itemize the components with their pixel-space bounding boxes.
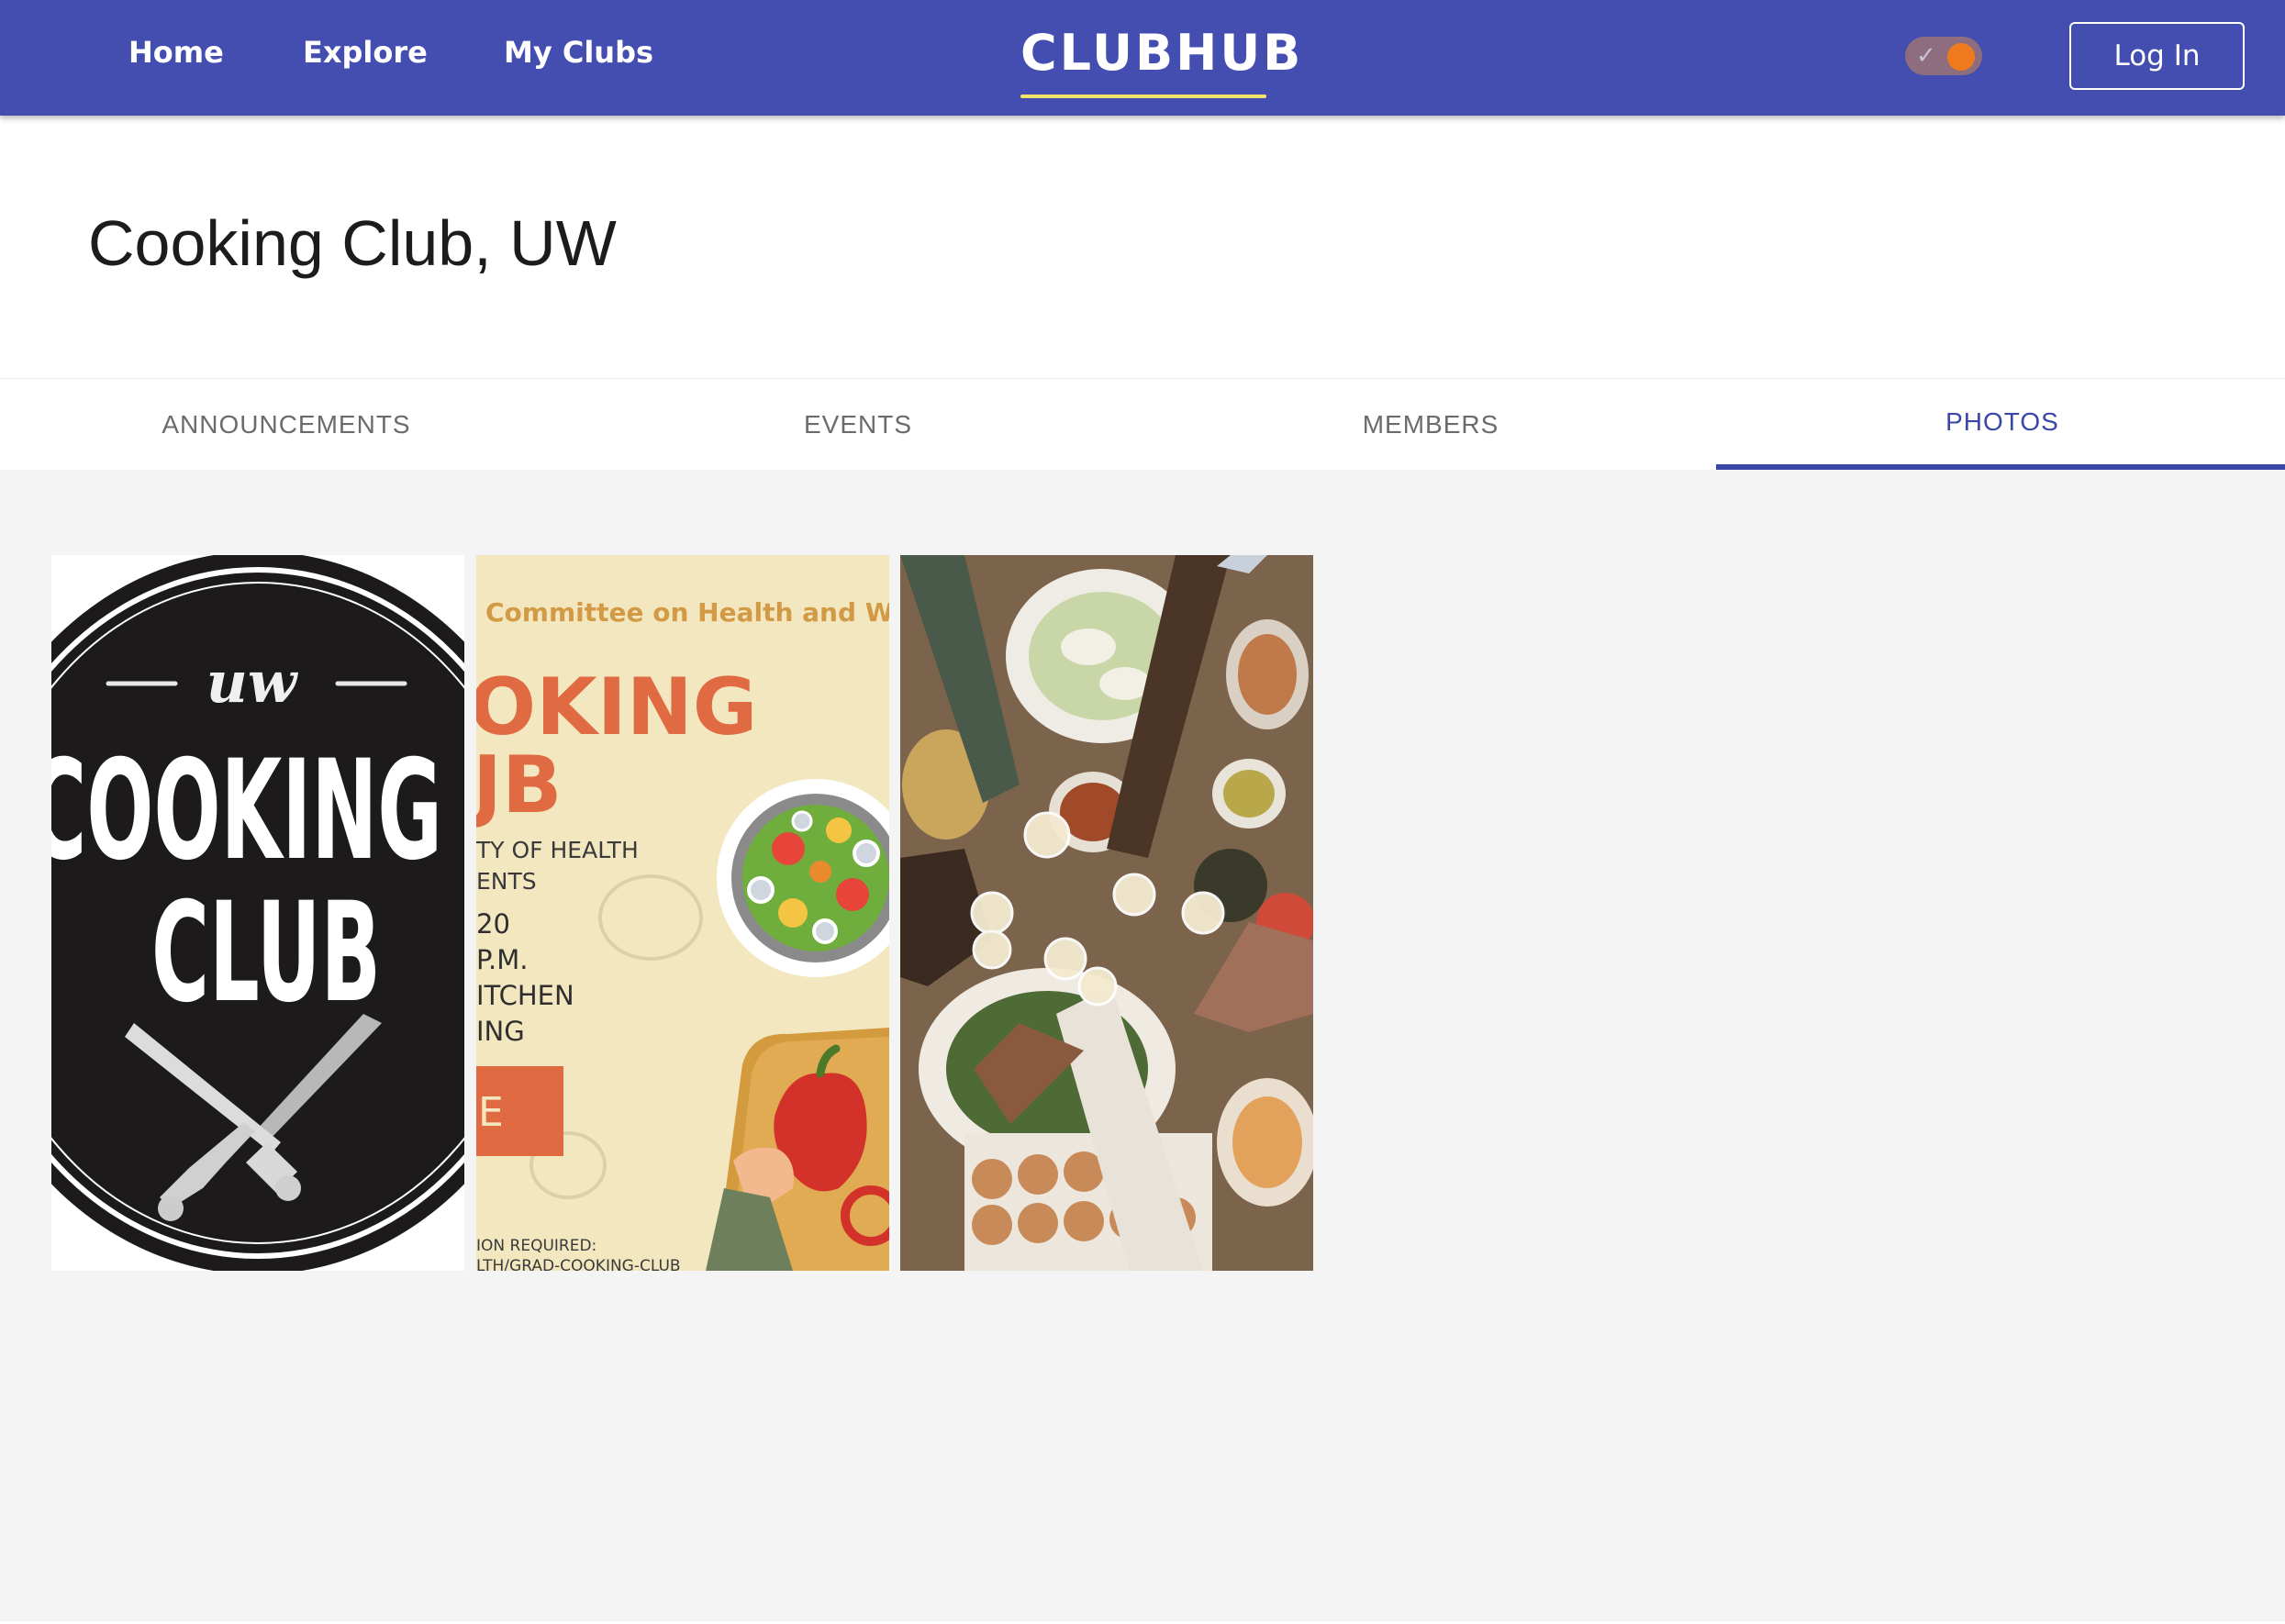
tab-announcements[interactable]: ANNOUNCEMENTS	[0, 379, 573, 471]
page-title: Cooking Club, UW	[88, 207, 617, 279]
flyer-detail-3: 20	[476, 908, 510, 940]
flyer-register-text: E	[478, 1089, 504, 1136]
flyer-footer-2: LTH/GRAD-COOKING-CLUB	[476, 1257, 681, 1271]
nav-my-clubs-link[interactable]: My Clubs	[504, 0, 653, 105]
flyer-detail-5: ITCHEN	[476, 980, 574, 1011]
login-button[interactable]: Log In	[2069, 22, 2245, 90]
check-icon: ✓	[1916, 42, 1936, 70]
flyer-detail-4: P.M.	[476, 944, 528, 975]
top-navigation-bar: Home Explore My Clubs CLUBHUB ✓ Log In	[0, 0, 2285, 116]
flyer-detail-1: TY OF HEALTH	[476, 837, 639, 863]
tab-photos[interactable]: PHOTOS	[1716, 379, 2285, 471]
logo-cooking-text: COOKING	[51, 730, 442, 891]
photo-event-flyer[interactable]: Committee on Health and Well- OKING JB T…	[476, 555, 889, 1271]
photo-dinner-toast[interactable]	[900, 555, 1313, 1271]
toggle-knob	[1947, 43, 1975, 71]
brand-underline	[1020, 95, 1266, 98]
tab-events[interactable]: EVENTS	[572, 379, 1144, 471]
tab-bar: ANNOUNCEMENTS EVENTS MEMBERS PHOTOS	[0, 378, 2285, 470]
brand-logo[interactable]: CLUBHUB	[1020, 26, 1300, 81]
flyer-footer-1: ION REQUIRED:	[476, 1237, 596, 1255]
photo-club-logo[interactable]: uw COOKING CLUB	[51, 555, 464, 1271]
tab-members[interactable]: MEMBERS	[1144, 379, 1717, 471]
theme-toggle[interactable]: ✓	[1905, 37, 1982, 75]
flyer-headline-2: JB	[476, 740, 563, 831]
nav-explore-link[interactable]: Explore	[303, 0, 428, 105]
active-tab-indicator	[1716, 464, 2285, 470]
flyer-detail-6: ING	[476, 1016, 525, 1047]
nav-home-link[interactable]: Home	[128, 0, 224, 105]
flyer-detail-2: ENTS	[476, 868, 537, 895]
flyer-committee-text: Committee on Health and Well-	[485, 597, 889, 628]
logo-script-text: uw	[206, 649, 299, 716]
logo-club-text: CLUB	[151, 873, 381, 1033]
club-header: Cooking Club, UW	[0, 116, 2285, 378]
